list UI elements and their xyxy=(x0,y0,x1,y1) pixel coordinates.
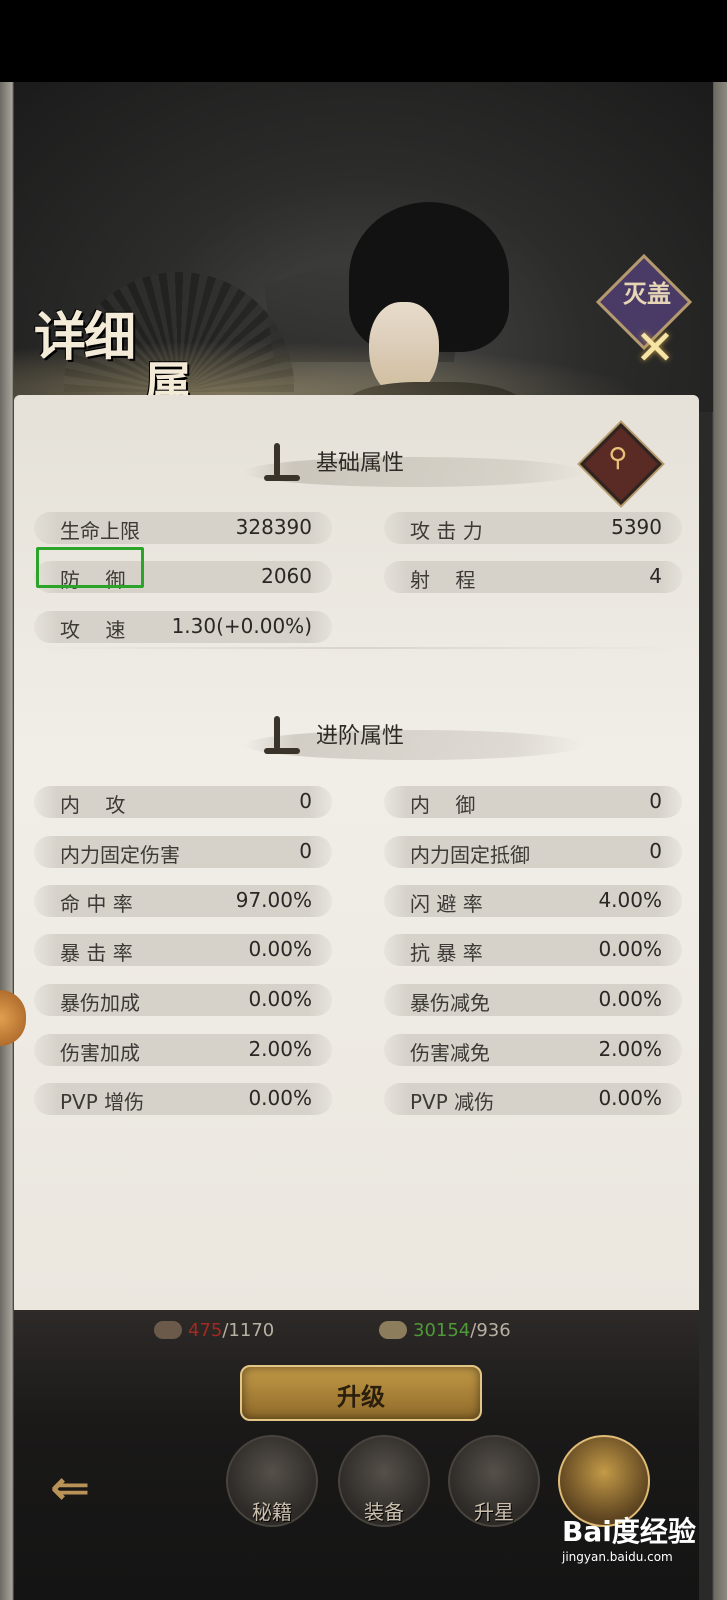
ink-brush-icon xyxy=(264,712,304,756)
stat-value: 4 xyxy=(649,564,662,588)
stat-pvp-damage-bonus: PVP 增伤 0.00% xyxy=(34,1083,332,1115)
nav-item-secret-manual[interactable]: 秘籍 xyxy=(226,1435,318,1527)
section-divider xyxy=(34,647,679,649)
stat-fixed-inner-resist: 内力固定抵御 0 xyxy=(384,836,682,868)
advanced-attributes-title: 进阶属性 xyxy=(316,724,405,749)
stat-value: 4.00% xyxy=(598,888,662,912)
nav-item-equipment[interactable]: 装备 xyxy=(338,1435,430,1527)
status-bar-area xyxy=(0,0,727,82)
stat-name: PVP 增伤 xyxy=(60,1090,145,1114)
stat-value: 0.00% xyxy=(248,1086,312,1110)
stat-value: 0.00% xyxy=(248,987,312,1011)
stat-range: 射 程 4 xyxy=(384,561,682,593)
resource-total: /936 xyxy=(470,1320,511,1341)
stat-attack: 攻 击 力 5390 xyxy=(384,512,682,544)
resource-current: 475 xyxy=(188,1320,223,1341)
stat-name: 伤害减免 xyxy=(410,1041,490,1065)
nav-item-label: 秘籍 xyxy=(252,1500,292,1524)
stat-crit-resist: 抗 暴 率 0.00% xyxy=(384,934,682,966)
stat-name: 暴 击 率 xyxy=(60,941,133,965)
stat-attack-speed: 攻 速 1.30(+0.00%) xyxy=(34,611,332,643)
nav-item-star-up[interactable]: 升星 xyxy=(448,1435,540,1527)
upgrade-button[interactable]: 升级 xyxy=(240,1365,482,1421)
stat-name: 命 中 率 xyxy=(60,892,133,916)
watermark-url: jingyan.baidu.com xyxy=(562,1550,673,1564)
stat-name: 射 程 xyxy=(410,568,476,592)
stat-inner-defense: 内 御 0 xyxy=(384,786,682,818)
stat-value: 0.00% xyxy=(598,987,662,1011)
magnifier-icon: ⚲ xyxy=(608,443,628,474)
stat-name: 生命上限 xyxy=(60,519,140,543)
advanced-attributes-header: 进阶属性 xyxy=(14,716,699,768)
stat-value: 2.00% xyxy=(598,1037,662,1061)
stat-name: 暴伤加成 xyxy=(60,991,140,1015)
nav-item-label: 升星 xyxy=(474,1500,514,1524)
stat-hit-rate: 命 中 率 97.00% xyxy=(34,885,332,917)
back-arrow-icon[interactable]: ⇐ xyxy=(50,1460,90,1516)
stat-name: 攻 速 xyxy=(60,618,126,642)
stat-name: 伤害加成 xyxy=(60,1041,140,1065)
stat-inner-attack: 内 攻 0 xyxy=(34,786,332,818)
stat-value: 0 xyxy=(649,789,662,813)
stat-value: 97.00% xyxy=(235,888,312,912)
defense-highlight-box xyxy=(36,547,144,588)
close-button[interactable]: 灭盖 ✕ xyxy=(595,253,693,378)
stat-value: 0.00% xyxy=(248,937,312,961)
stat-max-hp: 生命上限 328390 xyxy=(34,512,332,544)
nav-item-label: 装备 xyxy=(364,1500,404,1524)
stat-name: 暴伤减免 xyxy=(410,991,490,1015)
watermark-brand: Bai度经验 xyxy=(562,1515,696,1548)
stat-name: 内力固定伤害 xyxy=(60,843,180,867)
emblem-text: 灭盖 xyxy=(623,279,671,308)
scroll-resource-icon xyxy=(154,1321,182,1339)
coin-resource-icon xyxy=(379,1321,407,1339)
stat-value: 0.00% xyxy=(598,1086,662,1110)
stat-name: 抗 暴 率 xyxy=(410,941,483,965)
stat-damage-bonus: 伤害加成 2.00% xyxy=(34,1034,332,1066)
stat-name: 闪 避 率 xyxy=(410,892,483,916)
stat-crit-damage-reduction: 暴伤减免 0.00% xyxy=(384,984,682,1016)
stat-damage-reduction: 伤害减免 2.00% xyxy=(384,1034,682,1066)
stat-name: PVP 减伤 xyxy=(410,1090,495,1114)
close-icon: ✕ xyxy=(634,320,676,376)
bottom-bar: 475/1170 30154/936 升级 ⇐ 秘籍 装备 升星 Bai度经验 … xyxy=(14,1310,699,1600)
stat-value: 328390 xyxy=(235,515,312,539)
stat-pvp-damage-reduction: PVP 减伤 0.00% xyxy=(384,1083,682,1115)
upgrade-button-label: 升级 xyxy=(337,1383,385,1411)
stat-crit-rate: 暴 击 率 0.00% xyxy=(34,934,332,966)
stat-name: 内 御 xyxy=(410,793,476,817)
stat-value: 0.00% xyxy=(598,937,662,961)
stat-value: 0 xyxy=(299,789,312,813)
stat-fixed-inner-damage: 内力固定伤害 0 xyxy=(34,836,332,868)
basic-attributes-title: 基础属性 xyxy=(316,451,405,476)
resource-total: /1170 xyxy=(222,1320,275,1341)
stat-value: 5390 xyxy=(611,515,662,539)
baidu-watermark: Bai度经验 jingyan.baidu.com xyxy=(562,1510,727,1570)
stat-name: 内力固定抵御 xyxy=(410,843,530,867)
stat-crit-damage-bonus: 暴伤加成 0.00% xyxy=(34,984,332,1016)
resource-current: 30154 xyxy=(413,1320,471,1341)
ink-brush-icon xyxy=(264,439,304,483)
stat-name: 内 攻 xyxy=(60,793,126,817)
page-title-line1: 详细 xyxy=(34,307,136,368)
stat-value: 0 xyxy=(649,839,662,863)
attributes-panel: 基础属性 ⚲ 生命上限 328390 攻 击 力 5390 防 御 2060 射… xyxy=(14,395,699,1310)
resource-scrolls: 475/1170 xyxy=(154,1320,274,1341)
resource-coins: 30154/936 xyxy=(379,1320,511,1341)
page-title: 详细 属性 xyxy=(24,295,234,483)
stat-value: 2060 xyxy=(261,564,312,588)
stat-value: 2.00% xyxy=(248,1037,312,1061)
stat-value: 1.30(+0.00%) xyxy=(171,614,312,638)
stat-dodge-rate: 闪 避 率 4.00% xyxy=(384,885,682,917)
stat-value: 0 xyxy=(299,839,312,863)
stat-name: 攻 击 力 xyxy=(410,519,483,543)
